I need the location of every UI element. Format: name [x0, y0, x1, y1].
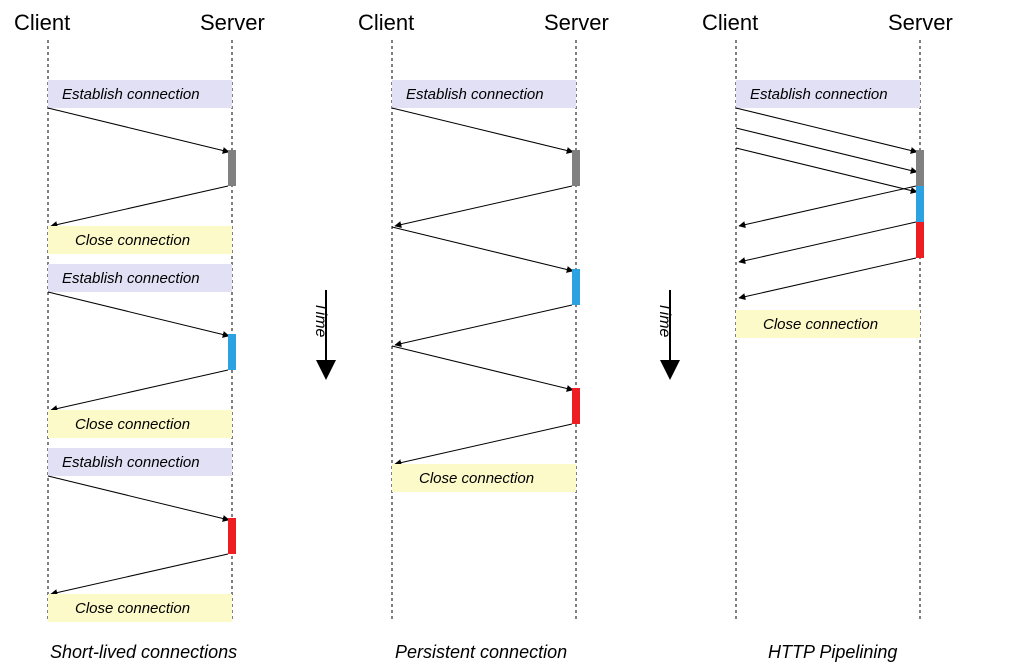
- time-label: Time: [312, 302, 329, 338]
- close-text: Close connection: [75, 416, 190, 433]
- response-arrow: [739, 258, 916, 298]
- response-arrow: [739, 222, 916, 262]
- processing-gray: [572, 150, 580, 186]
- server-label: Server: [888, 10, 953, 35]
- response-arrow: [51, 554, 228, 594]
- processing-blue: [572, 269, 580, 305]
- response-arrow: [51, 370, 228, 410]
- processing-blue: [916, 186, 924, 222]
- close-text: Close connection: [763, 316, 878, 333]
- caption-persistent: Persistent connection: [395, 642, 567, 662]
- time-axis-icon: Time: [656, 290, 673, 370]
- request-arrow: [736, 128, 917, 172]
- client-label: Client: [358, 10, 414, 35]
- response-arrow: [395, 305, 572, 345]
- request-arrow: [48, 476, 229, 520]
- panel-persistent: Client Server Establish connection Close…: [358, 10, 609, 662]
- close-text: Close connection: [75, 600, 190, 617]
- request-arrow: [48, 292, 229, 336]
- establish-text: Establish connection: [62, 86, 200, 103]
- time-axis-icon: Time: [312, 290, 329, 370]
- response-arrow: [739, 186, 916, 226]
- processing-red: [916, 222, 924, 258]
- panel-pipelining: Client Server Establish connection Close…: [702, 10, 953, 662]
- caption-pipelining: HTTP Pipelining: [768, 642, 897, 662]
- server-label: Server: [200, 10, 265, 35]
- request-arrow: [392, 108, 573, 152]
- response-arrow: [395, 186, 572, 226]
- caption-short: Short-lived connections: [50, 642, 237, 662]
- panel-short-lived: Client Server Establish connection Close…: [14, 10, 265, 662]
- server-label: Server: [544, 10, 609, 35]
- request-arrow: [392, 227, 573, 271]
- close-text: Close connection: [75, 232, 190, 249]
- processing-red: [228, 518, 236, 554]
- request-arrow: [736, 108, 917, 152]
- processing-blue: [228, 334, 236, 370]
- client-label: Client: [14, 10, 70, 35]
- establish-text: Establish connection: [62, 270, 200, 287]
- processing-gray: [228, 150, 236, 186]
- establish-text: Establish connection: [62, 454, 200, 471]
- request-arrow: [736, 148, 917, 192]
- response-arrow: [51, 186, 228, 226]
- request-arrow: [48, 108, 229, 152]
- close-text: Close connection: [419, 470, 534, 487]
- time-label: Time: [656, 302, 673, 338]
- client-label: Client: [702, 10, 758, 35]
- connection-models-diagram: Client Server Establish connection Close…: [0, 0, 1012, 670]
- request-arrow: [392, 346, 573, 390]
- establish-text: Establish connection: [406, 86, 544, 103]
- response-arrow: [395, 424, 572, 464]
- processing-red: [572, 388, 580, 424]
- establish-text: Establish connection: [750, 86, 888, 103]
- processing-gray: [916, 150, 924, 186]
